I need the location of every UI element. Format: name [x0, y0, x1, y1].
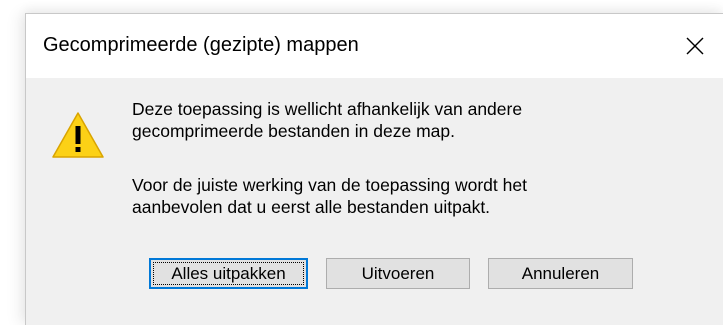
title-bar: Gecomprimeerde (gezipte) mappen: [26, 14, 723, 78]
close-icon: [686, 37, 704, 55]
message-paragraph-2: Voor de juiste werking van de toepassing…: [132, 174, 527, 218]
message-line-1: Deze toepassing is wellicht afhankelijk …: [132, 99, 523, 119]
close-button[interactable]: [666, 20, 722, 72]
cancel-label: Annuleren: [521, 263, 600, 283]
warning-icon: [51, 111, 105, 164]
message-line-3: Voor de juiste werking van de toepassing…: [132, 175, 527, 195]
extract-all-button[interactable]: Alles uitpakken: [149, 258, 308, 289]
dialog-window: Gecomprimeerde (gezipte) mappen Deze toe…: [25, 13, 723, 325]
message-line-4: aanbevolen dat u eerst alle bestanden ui…: [132, 197, 491, 217]
extract-all-label: Alles uitpakken: [171, 263, 286, 283]
cancel-button[interactable]: Annuleren: [488, 258, 633, 289]
run-button[interactable]: Uitvoeren: [326, 258, 470, 289]
message-paragraph-1: Deze toepassing is wellicht afhankelijk …: [132, 98, 522, 142]
run-label: Uitvoeren: [361, 263, 435, 283]
message-line-2: gecomprimeerde bestanden in deze map.: [132, 121, 455, 141]
dialog-title: Gecomprimeerde (gezipte) mappen: [43, 34, 359, 56]
